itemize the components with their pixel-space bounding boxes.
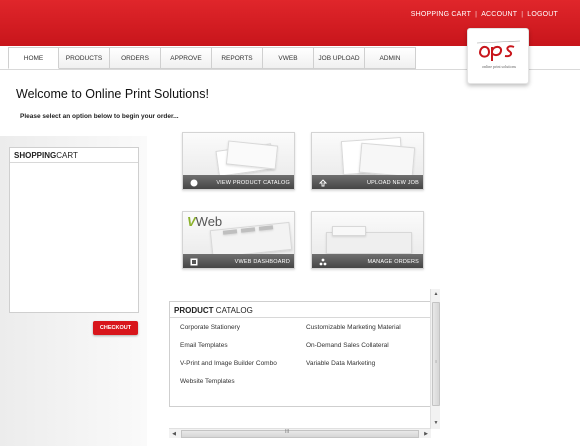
- product-catalog-panel: PRODUCT CATALOG Corporate Stationery Ema…: [169, 301, 431, 407]
- shopping-cart-title: SHOPPINGCART: [14, 151, 78, 160]
- vweb-dashboard-tile[interactable]: VWeb VWEB DASHBOARD: [182, 211, 295, 269]
- manage-orders-tile[interactable]: MANAGE ORDERS: [311, 211, 424, 269]
- page-title: Welcome to Online Print Solutions!: [16, 87, 209, 101]
- tile-label: VWEB DASHBOARD: [234, 259, 290, 265]
- tab-orders[interactable]: ORDERS: [110, 47, 161, 69]
- scroll-up-arrow-icon[interactable]: ▲: [431, 289, 441, 299]
- tile-artwork: [312, 133, 423, 178]
- tab-approve[interactable]: APPROVE: [161, 47, 212, 69]
- vertical-scroll-thumb[interactable]: ≡: [432, 302, 440, 406]
- tab-products[interactable]: PRODUCTS: [59, 47, 110, 69]
- product-catalog-title: PRODUCT CATALOG: [174, 306, 253, 315]
- upload-new-job-tile[interactable]: UPLOAD NEW JOB: [311, 132, 424, 190]
- main-nav-tabs: HOME PRODUCTS ORDERS APPROVE REPORTS VWE…: [8, 47, 416, 69]
- catalog-link-variable-data[interactable]: Variable Data Marketing: [306, 360, 375, 367]
- catalog-link-email-templates[interactable]: Email Templates: [180, 342, 228, 349]
- view-product-catalog-tile[interactable]: VIEW PRODUCT CATALOG: [182, 132, 295, 190]
- shopping-cart-link[interactable]: SHOPPING CART: [411, 11, 471, 18]
- scroll-down-arrow-icon[interactable]: ▼: [431, 418, 441, 428]
- tab-job-upload[interactable]: JOB UPLOAD: [314, 47, 365, 69]
- shopping-cart-panel: SHOPPINGCART: [9, 147, 139, 313]
- orders-icon: [319, 258, 327, 266]
- ops-logo-mark-icon: [476, 40, 521, 61]
- instruction-text: Please select an option below to begin y…: [20, 113, 179, 120]
- logout-link[interactable]: LOGOUT: [527, 11, 558, 18]
- ops-logo[interactable]: online print solutions: [467, 28, 529, 84]
- tile-label: MANAGE ORDERS: [367, 259, 419, 265]
- upload-icon: [319, 179, 327, 187]
- grip-icon: III: [285, 429, 290, 435]
- tile-label: UPLOAD NEW JOB: [366, 180, 419, 186]
- account-link[interactable]: ACCOUNT: [481, 11, 517, 18]
- tab-admin[interactable]: ADMIN: [365, 47, 416, 69]
- dashboard-icon: [190, 258, 198, 266]
- catalog-link-customizable-marketing[interactable]: Customizable Marketing Material: [306, 324, 401, 331]
- tile-label: VIEW PRODUCT CATALOG: [216, 180, 290, 186]
- catalog-link-website-templates[interactable]: Website Templates: [180, 378, 235, 385]
- horizontal-scroll-thumb[interactable]: [181, 430, 419, 438]
- horizontal-scrollbar[interactable]: ◀ III ▶: [169, 428, 431, 438]
- tab-vweb[interactable]: VWEB: [263, 47, 314, 69]
- catalog-link-on-demand-sales[interactable]: On-Demand Sales Collateral: [306, 342, 389, 349]
- grip-icon: ≡: [435, 359, 438, 364]
- divider: [170, 317, 430, 318]
- header-links: SHOPPING CART | ACCOUNT | LOGOUT: [410, 11, 558, 18]
- vweb-logo: VWeb: [187, 214, 223, 229]
- catalog-link-corporate-stationery[interactable]: Corporate Stationery: [180, 324, 240, 331]
- tile-artwork: [183, 133, 294, 177]
- checkout-button[interactable]: CHECKOUT: [93, 321, 138, 335]
- tile-artwork: VWeb: [183, 212, 294, 259]
- tile-artwork: [312, 212, 423, 254]
- catalog-link-vprint-image-builder[interactable]: V-Print and Image Builder Combo: [180, 360, 277, 367]
- tab-home[interactable]: HOME: [8, 47, 59, 69]
- scroll-left-arrow-icon[interactable]: ◀: [169, 429, 179, 439]
- circle-icon: [190, 179, 198, 187]
- divider: [10, 162, 138, 163]
- vertical-scrollbar[interactable]: ▲ ≡ ▼: [430, 289, 440, 429]
- tab-reports[interactable]: REPORTS: [212, 47, 263, 69]
- scroll-right-arrow-icon[interactable]: ▶: [421, 429, 431, 439]
- logo-tagline: online print solutions: [482, 64, 516, 69]
